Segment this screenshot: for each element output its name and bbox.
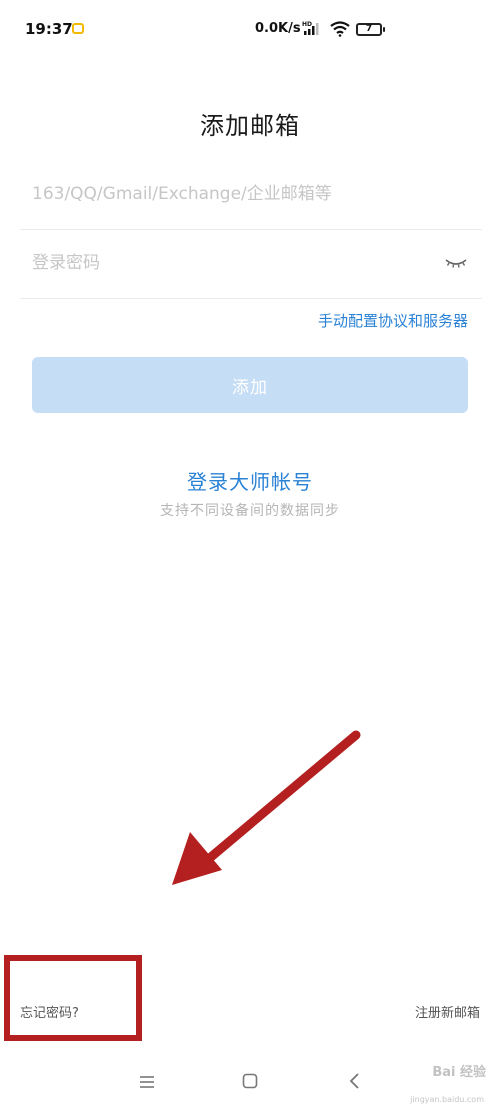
password-input[interactable] — [32, 230, 442, 296]
hd-signal-icon: HD — [302, 20, 326, 40]
master-account-login-link[interactable]: 登录大师帐号 — [0, 466, 500, 495]
status-bar: 19:37 0.0K/s HD 7 — [0, 0, 500, 58]
email-input[interactable] — [32, 161, 442, 227]
watermark-url: jingyan.baidu.com — [410, 1095, 484, 1104]
manual-config-link[interactable]: 手动配置协议和服务器 — [318, 310, 468, 331]
watermark-logo: Bai 经验 — [432, 1065, 486, 1080]
home-icon[interactable] — [242, 1073, 258, 1093]
network-speed: 0.0K/s — [255, 21, 301, 36]
svg-text:HD: HD — [302, 21, 312, 28]
forgot-password-link[interactable]: 忘记密码? — [20, 1002, 79, 1021]
battery-icon: 7 — [356, 23, 385, 36]
status-time: 19:37 — [25, 20, 73, 38]
annotation-highlight-box — [4, 955, 142, 1041]
add-button[interactable]: 添加 — [32, 357, 468, 413]
password-field-container — [20, 230, 482, 299]
register-new-email-link[interactable]: 注册新邮箱 — [415, 1002, 480, 1021]
menu-icon[interactable] — [139, 1074, 155, 1093]
page-title: 添加邮箱 — [200, 112, 300, 140]
master-account-subtitle: 支持不同设备间的数据同步 — [160, 503, 340, 519]
notification-app-icon — [72, 23, 84, 34]
wifi-icon — [330, 21, 350, 41]
eye-closed-icon[interactable] — [444, 254, 468, 272]
back-icon[interactable] — [348, 1072, 362, 1094]
email-field-container — [20, 161, 482, 230]
